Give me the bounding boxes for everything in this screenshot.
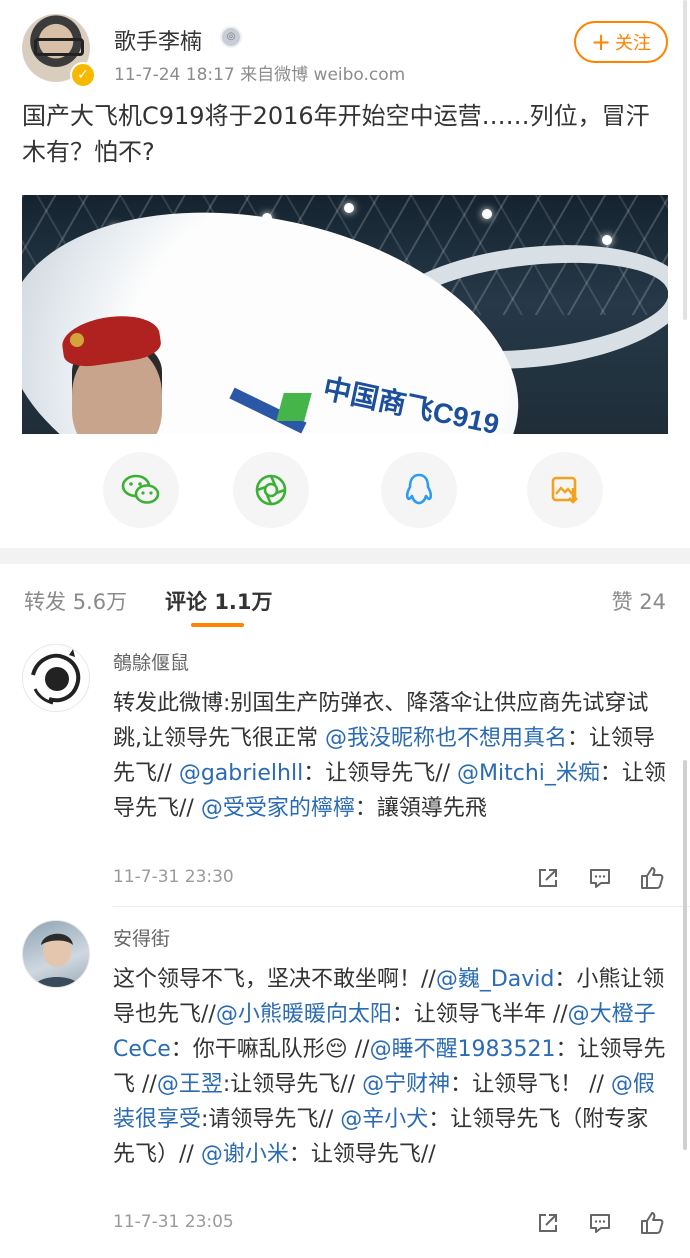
tab-likes[interactable]: 赞 24 [612,586,666,616]
user-mention-link[interactable]: @Mitchi_米痴 [457,761,600,786]
tab-repost-label: 转发 [24,590,66,614]
comment-text-segment: ：讓領導先飛 [354,796,487,821]
like-comment-button[interactable] [638,1209,666,1237]
post-image[interactable]: 中国商飞C919 [22,195,668,434]
reply-comment-button[interactable] [586,1209,614,1237]
comment-text: 转发此微博:别国生产防弹衣、降落伞让供应商先试穿试跳,让领导先飞很正常 @我没昵… [113,686,668,826]
share-wechat-button[interactable] [103,452,179,528]
commenter-name[interactable]: 鵸鵌偃鼠 [113,648,189,675]
section-divider [0,548,690,564]
tab-repost-count: 5.6万 [72,590,128,614]
comment-text-segment: :让领导先飞// [222,1072,363,1097]
user-mention-link[interactable]: @gabrielhll [179,761,303,786]
active-tab-indicator [191,623,244,627]
comment-actions [534,864,666,892]
tab-comments-label: 评论 [165,590,207,614]
moments-icon [255,474,287,506]
comment-text-segment: ：你干嘛乱队形😔 // [170,1037,370,1062]
share-comment-button[interactable] [534,1209,562,1237]
tab-repost[interactable]: 转发 5.6万 [24,586,127,616]
comment-bubble-icon [590,1214,610,1233]
commenter-avatar[interactable] [22,920,90,988]
follow-label: 关注 [615,33,652,54]
share-row [22,450,668,530]
qq-icon [405,473,433,505]
user-mention-link[interactable]: @辛小犬 [340,1107,428,1132]
comment-actions [534,1209,666,1237]
user-mention-link[interactable]: @王翌 [157,1072,223,1097]
tab-likes-count: 24 [639,590,666,614]
user-mention-link[interactable]: @睡不醒1983521 [370,1037,556,1062]
user-mention-link[interactable]: @我没昵称也不想用真名 [325,726,567,751]
tab-likes-label: 赞 [611,590,633,614]
share-moments-button[interactable] [233,452,309,528]
tab-comments[interactable]: 评论 1.1万 [165,586,273,616]
portrait-photo [33,933,81,987]
commenter-avatar[interactable] [22,644,90,712]
post-text: 国产大飞机C919将于2016年开始空中运营……列位，冒汗木有？怕不? [22,102,650,166]
avatar-glasses [34,38,84,56]
comment-text-segment: ：让领导先飞// [288,1142,436,1167]
post-header: ✓ 歌手李楠 ◎ 11-7-24 18:17 来自微博 weibo.com + … [22,14,668,88]
comment-text: 这个领导不飞，坚决不敢坐啊！//@巍_David：小熊让领导也先飞//@小熊暖暖… [113,962,668,1172]
comment-time: 11-7-31 23:05 [113,1212,234,1232]
share-qq-button[interactable] [381,452,457,528]
comment-time: 11-7-31 23:30 [113,867,234,887]
follow-button[interactable]: + 关注 [574,21,668,63]
user-mention-link[interactable]: @宁财神 [362,1072,450,1097]
post-meta: 11-7-24 18:17 来自微博 weibo.com [114,65,406,85]
thumbs-up-icon [641,867,664,889]
comment-text-segment: :请领导先飞// [201,1107,341,1132]
comment-separator [113,906,690,907]
thumbs-up-icon [641,1212,664,1234]
plus-icon: + [590,28,612,56]
save-image-button[interactable] [527,452,603,528]
save-image-icon [551,476,578,504]
medal-icon[interactable]: ◎ [220,26,242,48]
verified-badge-icon: ✓ [70,62,96,88]
hat-badge [70,333,84,347]
user-mention-link[interactable]: @谢小米 [201,1142,289,1167]
comment-text-segment: ：让领导先飞// [303,761,458,786]
reply-comment-button[interactable] [586,864,614,892]
author-name[interactable]: 歌手李楠 [114,24,202,56]
share-comment-button[interactable] [534,864,562,892]
scrollbar-track-top [683,0,687,320]
user-mention-link[interactable]: @巍_David [436,967,555,992]
share-out-icon [539,869,557,887]
commenter-name[interactable]: 安得街 [113,924,170,951]
dragon-emblem-icon [23,645,89,711]
tab-comments-count: 1.1万 [214,590,273,614]
interaction-tabs: 转发 5.6万 评论 1.1万 赞 24 [0,564,690,630]
like-comment-button[interactable] [638,864,666,892]
comment-text-segment: ：让领导飞半年 // [391,1002,568,1027]
comment-text-segment: ：让领导飞！ // [450,1072,611,1097]
comment-bubble-icon [590,869,610,888]
user-mention-link[interactable]: @受受家的檸檸 [201,796,355,821]
share-out-icon [539,1214,557,1232]
livery-stripes [229,387,322,434]
scrollbar-thumb[interactable] [683,760,687,1150]
user-mention-link[interactable]: @小熊暖暖向太阳 [216,1002,392,1027]
wechat-icon [121,474,160,504]
comment-text-segment: 这个领导不飞，坚决不敢坐啊！// [113,967,436,992]
